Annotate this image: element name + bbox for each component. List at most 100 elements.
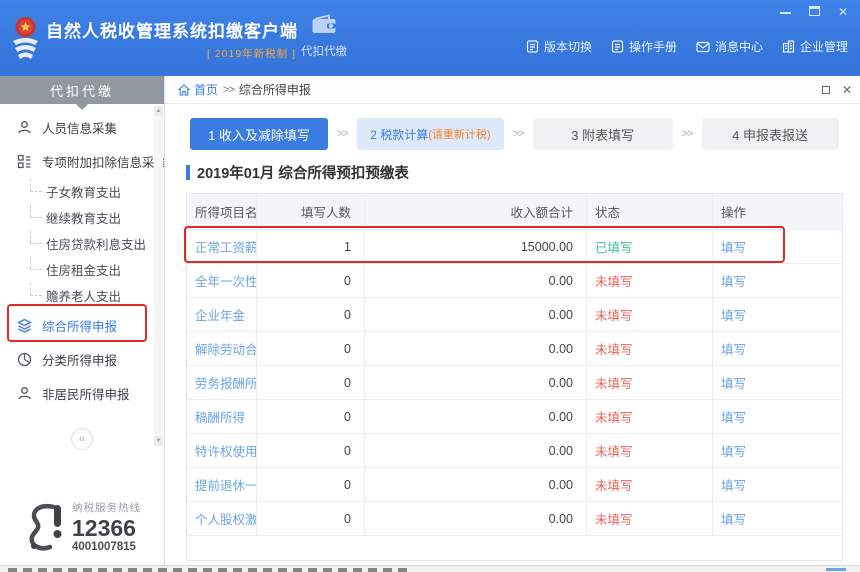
minimize-button[interactable] [778,5,792,19]
sidebar-header: 代扣代缴 [0,76,164,104]
income-item-link[interactable]: 解除劳动合同... [195,339,257,358]
footer-strip-cropped [0,565,860,572]
column-header-5: 操作 [713,194,842,229]
table-row: 正常工资薪金...115000.00已填写填写 [187,229,842,263]
tab-close-icon[interactable]: ✕ [842,84,852,96]
hotline-block: 纳税服务热线 12366 4001007815 [0,500,165,553]
main-panel: 首页 >> 综合所得申报 ✕ 1 收入及减除填写 >> 2 税款计算(请重新计税) >… [165,76,860,565]
sidebar-scrollbar[interactable]: ▲ ▼ [154,106,163,446]
sidebar-item-8[interactable]: 综合所得申报 [0,308,164,342]
tab-restore-icon[interactable] [822,86,830,94]
sidebar-item-2[interactable]: 专项附加扣除信息采集∨ [0,144,164,178]
header-menu-label: 企业管理 [800,38,848,55]
income-item-link[interactable]: 劳务报酬所得 [195,373,257,392]
app-subtitle: [ 2019年新税制 ] [46,46,296,61]
sidebar-item-4[interactable]: 继续教育支出 [0,204,164,230]
fill-action-link[interactable]: 填写 [721,339,746,358]
column-header-2: 填写人数 [257,194,365,229]
header-menu: 版本切换 操作手册 消息中心 企业管理 [526,38,848,55]
breadcrumb-separator: >> [223,84,234,96]
breadcrumb-home-label: 首页 [194,81,218,98]
table-row: 稿酬所得00.00未填写填写 [187,399,842,433]
sidebar-item-10[interactable]: 非居民所得申报 [0,376,164,410]
income-item-link[interactable]: 企业年金 [195,305,245,324]
header-menu-item-2[interactable]: 操作手册 [611,38,677,55]
sidebar-item-label: 住房贷款利息支出 [46,234,146,253]
income-total-value: 0.00 [549,444,573,458]
step-tabs: 1 收入及减除填写>>2 税款计算(请重新计税)>>3 附表填写>>4 申报表报… [190,118,839,150]
status-badge: 已填写 [595,237,633,256]
sidebar-item-1[interactable]: 人员信息采集 [0,110,164,144]
fill-action-link[interactable]: 填写 [721,237,746,256]
column-header-4: 状态 [587,194,713,229]
home-icon [178,84,190,96]
income-total-value: 0.00 [549,274,573,288]
fill-action-link[interactable]: 填写 [721,407,746,426]
hotline-label: 纳税服务热线 [72,500,141,515]
scroll-down-icon[interactable]: ▼ [154,436,163,446]
person-icon [17,120,32,135]
sidebar-item-label: 综合所得申报 [42,316,117,335]
sidebar-collapse-button[interactable]: « [71,428,93,450]
fill-count-value: 0 [344,410,351,424]
income-item-link[interactable]: 全年一次性奖... [195,271,257,290]
fill-count-value: 0 [344,274,351,288]
step-tab-note: (请重新计税) [428,126,490,142]
fill-action-link[interactable]: 填写 [721,509,746,528]
fill-count-value: 0 [344,376,351,390]
income-item-link[interactable]: 个人股权激励... [195,509,257,528]
hotline-logo-icon [24,501,66,553]
layers-icon [17,318,32,333]
status-badge: 未填写 [595,475,633,494]
step-tab-1[interactable]: 1 收入及减除填写 [190,118,328,150]
header-menu-item-3[interactable]: 消息中心 [696,38,763,55]
title-accent-bar [186,165,190,180]
status-badge: 未填写 [595,407,633,426]
fill-action-link[interactable]: 填写 [721,271,746,290]
sidebar-item-5[interactable]: 住房贷款利息支出 [0,230,164,256]
step-separator: >> [513,128,524,140]
sidebar-item-3[interactable]: 子女教育支出 [0,178,164,204]
sidebar-menu: 人员信息采集专项附加扣除信息采集∨子女教育支出继续教育支出住房贷款利息支出住房租… [0,104,164,410]
income-total-value: 0.00 [549,342,573,356]
sidebar-item-7[interactable]: 赡养老人支出 [0,282,164,308]
header-menu-item-1[interactable]: 版本切换 [526,38,592,55]
fill-action-link[interactable]: 填写 [721,441,746,460]
income-item-link[interactable]: 特许权使用费... [195,441,257,460]
fill-count-value: 0 [344,512,351,526]
scroll-up-icon[interactable]: ▲ [154,106,163,116]
fill-count-value: 1 [344,240,351,254]
fill-action-link[interactable]: 填写 [721,475,746,494]
sidebar-item-6[interactable]: 住房租金支出 [0,256,164,282]
breadcrumb-current: 综合所得申报 [239,81,311,98]
step-tab-label: 3 附表填写 [571,125,634,144]
income-item-link[interactable]: 稿酬所得 [195,407,245,426]
income-item-link[interactable]: 提前退休一次... [195,475,257,494]
breadcrumb-home[interactable]: 首页 [178,81,218,98]
table-row: 提前退休一次...00.00未填写填写 [187,467,842,501]
step-tab-label: 2 税款计算 [370,126,428,143]
close-button[interactable]: ✕ [836,5,850,19]
fill-action-link[interactable]: 填写 [721,373,746,392]
sidebar-item-9[interactable]: 分类所得申报 [0,342,164,376]
maximize-button[interactable] [807,5,821,19]
fill-action-link[interactable]: 填写 [721,305,746,324]
hotline-sub-number: 4001007815 [72,541,141,553]
status-badge: 未填写 [595,373,633,392]
table-row: 特许权使用费...00.00未填写填写 [187,433,842,467]
income-total-value: 0.00 [549,512,573,526]
header-menu-label: 版本切换 [544,38,592,55]
step-tab-2[interactable]: 2 税款计算(请重新计税) [357,118,504,150]
income-total-value: 0.00 [549,308,573,322]
column-header-1: 所得项目名称 [187,194,257,229]
income-item-link[interactable]: 正常工资薪金... [195,237,257,256]
header-menu-item-4[interactable]: 企业管理 [782,38,848,55]
status-badge: 未填写 [595,509,633,528]
step-tab-3[interactable]: 3 附表填写 [533,118,673,150]
step-tab-4[interactable]: 4 申报表报送 [702,118,839,150]
step-separator: >> [682,128,693,140]
income-total-value: 0.00 [549,478,573,492]
sidebar-item-label: 人员信息采集 [42,118,117,137]
breadcrumb: 首页 >> 综合所得申报 ✕ [165,76,860,104]
mode-label: 代扣代缴 [298,43,350,59]
